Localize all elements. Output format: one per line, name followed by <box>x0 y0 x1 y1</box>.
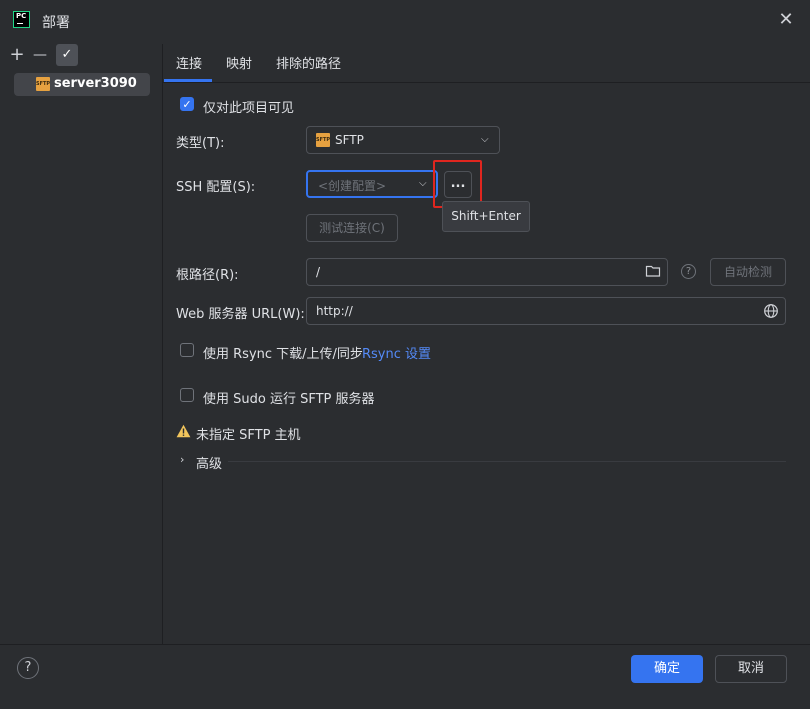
test-connection-button[interactable]: 测试连接(C) <box>306 214 398 242</box>
server-name: server3090 <box>54 76 137 91</box>
chevron-down-icon: ⌵ <box>481 134 489 145</box>
sftp-icon: SFTP <box>316 133 330 147</box>
web-url-value: http:// <box>316 304 353 318</box>
remove-server-button[interactable]: — <box>29 44 51 66</box>
root-path-label: 根路径(R): <box>176 268 239 283</box>
active-tab-indicator <box>164 79 212 82</box>
help-button[interactable]: ? <box>17 657 39 679</box>
chevron-right-icon[interactable]: › <box>180 453 184 466</box>
folder-icon[interactable] <box>645 263 661 283</box>
sftp-icon: SFTP <box>36 77 50 91</box>
server-list-panel <box>0 44 163 644</box>
type-select[interactable]: SFTP SFTP ⌵ <box>306 126 500 154</box>
ssh-config-select[interactable]: <创建配置> ⌵ <box>306 170 438 198</box>
web-url-input[interactable]: http:// <box>306 297 786 325</box>
ssh-config-placeholder: <创建配置> <box>318 179 387 193</box>
dialog-title: 部署 <box>42 15 70 31</box>
web-url-label: Web 服务器 URL(W): <box>176 307 305 322</box>
close-icon[interactable]: ✕ <box>776 10 796 30</box>
tab-excluded-paths[interactable]: 排除的路径 <box>276 53 341 72</box>
root-path-input[interactable]: / <box>306 258 668 286</box>
autodetect-button[interactable]: 自动检测 <box>710 258 786 286</box>
sudo-label: 使用 Sudo 运行 SFTP 服务器 <box>203 392 375 407</box>
tab-connection[interactable]: 连接 <box>176 53 202 72</box>
warning-text: 未指定 SFTP 主机 <box>196 428 301 443</box>
advanced-separator <box>228 461 786 462</box>
visible-only-checkbox[interactable]: ✓ <box>180 97 194 111</box>
ok-button[interactable]: 确定 <box>631 655 703 683</box>
help-icon[interactable]: ? <box>681 264 696 279</box>
advanced-section-toggle[interactable]: 高级 <box>196 453 222 472</box>
sudo-checkbox[interactable] <box>180 388 194 402</box>
shortcut-tooltip: Shift+Enter <box>442 201 530 232</box>
cancel-button[interactable]: 取消 <box>715 655 787 683</box>
title-bar <box>0 0 810 44</box>
rsync-settings-link[interactable]: Rsync 设置 <box>362 343 431 362</box>
tab-bar <box>163 44 810 83</box>
add-server-button[interactable]: + <box>6 44 28 66</box>
globe-icon[interactable] <box>763 303 779 323</box>
type-label: 类型(T): <box>176 136 225 151</box>
chevron-down-icon: ⌵ <box>419 178 427 189</box>
visible-only-label: 仅对此项目可见 <box>203 101 295 116</box>
set-default-button[interactable]: ✓ <box>56 44 78 66</box>
rsync-label: 使用 Rsync 下载/上传/同步 <box>203 347 363 362</box>
root-path-value: / <box>316 265 321 279</box>
server-list-item[interactable]: SFTP server3090 <box>14 73 150 96</box>
rsync-checkbox[interactable] <box>180 343 194 357</box>
warning-icon <box>176 424 191 442</box>
tab-mappings[interactable]: 映射 <box>226 53 252 72</box>
type-value: SFTP <box>335 133 364 147</box>
pycharm-logo-icon: PC <box>13 11 30 28</box>
ssh-config-label: SSH 配置(S): <box>176 180 256 195</box>
